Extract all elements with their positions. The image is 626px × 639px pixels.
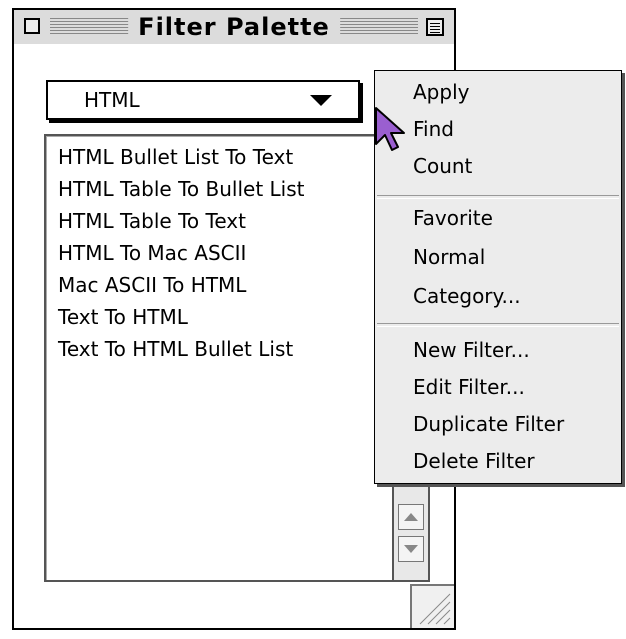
menu-item-delete-filter[interactable]: Delete Filter — [413, 448, 535, 474]
title-bar[interactable]: Filter Palette — [14, 10, 454, 46]
scroll-up-button[interactable] — [398, 504, 424, 530]
list-item[interactable]: HTML Table To Text — [58, 208, 246, 234]
list-item[interactable]: HTML Bullet List To Text — [58, 144, 293, 170]
menu-item-new-filter[interactable]: New Filter... — [413, 337, 530, 363]
menu-separator — [377, 323, 619, 327]
menu-separator — [377, 195, 619, 199]
list-item[interactable]: HTML Table To Bullet List — [58, 176, 304, 202]
list-item[interactable]: Text To HTML Bullet List — [58, 336, 293, 362]
filter-category-popup[interactable]: HTML — [46, 80, 360, 120]
list-item[interactable]: Text To HTML — [58, 304, 188, 330]
menu-item-edit-filter[interactable]: Edit Filter... — [413, 374, 525, 400]
menu-item-count[interactable]: Count — [413, 153, 472, 179]
menu-item-find[interactable]: Find — [413, 116, 454, 142]
resize-grow-box[interactable] — [410, 584, 454, 628]
menu-item-normal[interactable]: Normal — [413, 244, 485, 270]
arrow-up-icon — [404, 513, 418, 521]
list-item[interactable]: HTML To Mac ASCII — [58, 240, 246, 266]
mouse-pointer-icon — [375, 107, 405, 151]
menu-item-duplicate-filter[interactable]: Duplicate Filter — [413, 411, 564, 437]
list-item[interactable]: Mac ASCII To HTML — [58, 272, 246, 298]
menu-item-category[interactable]: Category... — [413, 283, 521, 309]
collapse-box-icon[interactable] — [426, 18, 444, 36]
close-box-icon[interactable] — [24, 18, 40, 34]
menu-item-apply[interactable]: Apply — [413, 79, 469, 105]
window-title: Filter Palette — [128, 13, 340, 41]
grow-box-icon — [419, 593, 451, 625]
scroll-down-button[interactable] — [398, 536, 424, 562]
menu-item-favorite[interactable]: Favorite — [413, 205, 493, 231]
triangle-down-icon — [310, 95, 332, 106]
popup-selected-value: HTML — [84, 88, 140, 112]
filter-list[interactable]: HTML Bullet List To Text HTML Table To B… — [44, 134, 430, 582]
context-menu: Apply Find Count Favorite Normal Categor… — [374, 70, 622, 484]
arrow-down-icon — [404, 545, 418, 553]
